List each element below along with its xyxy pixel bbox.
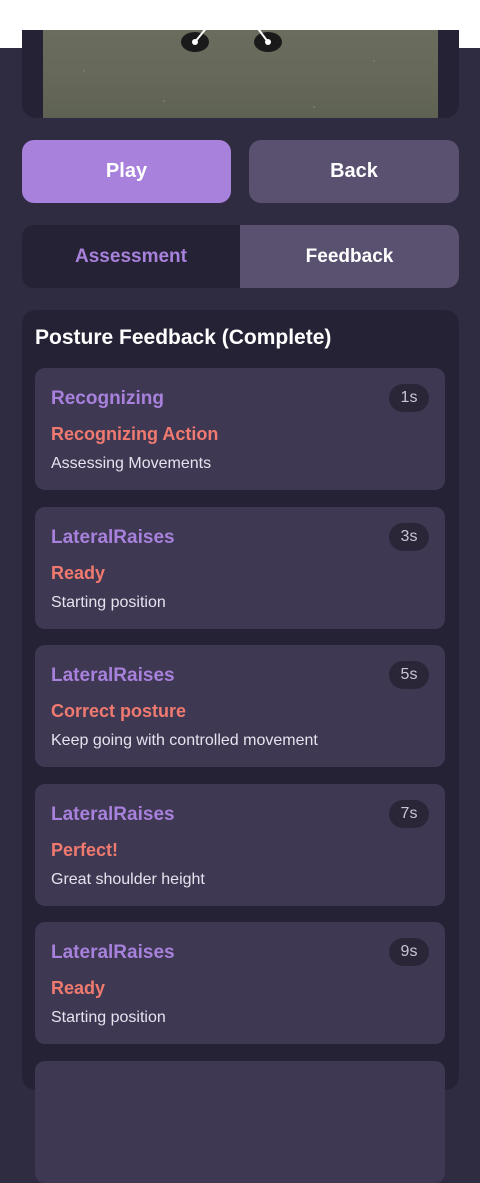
feedback-description: Starting position [51,1009,166,1026]
playback-controls: Play Back [22,140,459,203]
feedback-item-partial[interactable] [35,1061,445,1183]
play-button[interactable]: Play [22,140,231,203]
feedback-description: Assessing Movements [51,455,212,472]
camera-video-frame [43,30,438,118]
feedback-item[interactable]: LateralRaises Correct posture Keep going… [35,645,445,767]
feedback-exercise: LateralRaises [51,942,175,963]
feedback-exercise: LateralRaises [51,665,175,686]
feedback-time-badge: 7s [389,800,429,828]
tab-assessment[interactable]: Assessment [22,225,240,288]
feedback-time-badge: 3s [389,523,429,551]
tab-feedback[interactable]: Feedback [240,225,459,288]
feedback-exercise: LateralRaises [51,527,175,548]
feedback-item[interactable]: LateralRaises Ready Starting position 3s [35,507,445,629]
feedback-time-badge: 1s [389,384,429,412]
feedback-status: Ready [51,563,106,583]
feedback-time-badge: 9s [389,938,429,966]
feedback-item[interactable]: Recognizing Recognizing Action Assessing… [35,368,445,490]
feedback-time-badge: 5s [389,661,429,689]
feedback-description: Starting position [51,594,166,611]
posture-feedback-panel: Posture Feedback (Complete) Recognizing … [22,310,459,1183]
feedback-description: Keep going with controlled movement [51,732,318,749]
feedback-item[interactable]: LateralRaises Ready Starting position 9s [35,922,445,1044]
video-preview-card [22,30,459,118]
panel-title: Posture Feedback (Complete) [35,326,332,349]
feedback-exercise: LateralRaises [51,804,175,825]
feedback-status: Perfect! [51,840,119,860]
tab-bar: Assessment Feedback [22,225,459,288]
back-button[interactable]: Back [249,140,459,203]
feedback-item[interactable]: LateralRaises Perfect! Great shoulder he… [35,784,445,906]
feedback-status: Correct posture [51,701,187,721]
pose-skeleton-overlay [181,30,282,52]
feedback-description: Great shoulder height [51,871,205,888]
feedback-exercise: Recognizing [51,388,164,409]
feedback-status: Recognizing Action [51,424,219,444]
feedback-status: Ready [51,978,106,998]
